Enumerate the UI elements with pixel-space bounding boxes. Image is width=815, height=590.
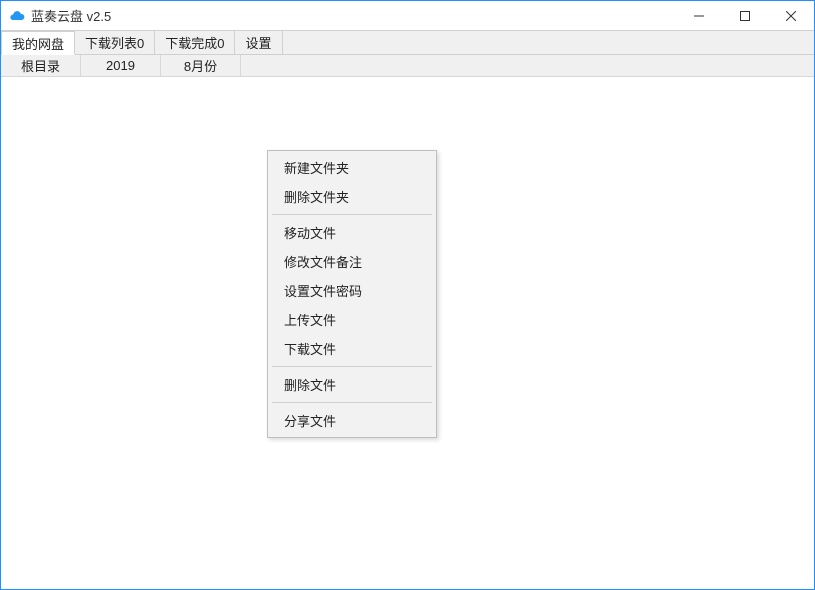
menu-set-password[interactable]: 设置文件密码 [270, 276, 434, 305]
tab-bar: 我的网盘 下载列表0 下载完成0 设置 [1, 31, 814, 55]
cloud-icon [9, 8, 25, 24]
menu-separator [272, 366, 432, 367]
tab-label: 下载列表0 [85, 33, 144, 52]
breadcrumb-label: 2019 [106, 58, 135, 73]
menu-share-file[interactable]: 分享文件 [270, 406, 434, 435]
window-title: 蓝奏云盘 v2.5 [31, 6, 676, 25]
breadcrumb: 根目录 2019 8月份 [1, 55, 814, 77]
menu-label: 修改文件备注 [284, 255, 362, 270]
menu-delete-file[interactable]: 删除文件 [270, 370, 434, 399]
menu-upload-file[interactable]: 上传文件 [270, 305, 434, 334]
tab-label: 下载完成0 [165, 33, 224, 52]
menu-label: 删除文件夹 [284, 190, 349, 205]
menu-label: 移动文件 [284, 226, 336, 241]
window-controls [676, 1, 814, 30]
menu-label: 设置文件密码 [284, 284, 362, 299]
maximize-button[interactable] [722, 1, 768, 30]
minimize-button[interactable] [676, 1, 722, 30]
menu-edit-note[interactable]: 修改文件备注 [270, 247, 434, 276]
breadcrumb-year[interactable]: 2019 [81, 55, 161, 76]
context-menu: 新建文件夹 删除文件夹 移动文件 修改文件备注 设置文件密码 上传文件 下载文件… [267, 150, 437, 438]
menu-separator [272, 214, 432, 215]
menu-label: 下载文件 [284, 342, 336, 357]
menu-download-file[interactable]: 下载文件 [270, 334, 434, 363]
menu-label: 新建文件夹 [284, 161, 349, 176]
menu-label: 分享文件 [284, 414, 336, 429]
close-button[interactable] [768, 1, 814, 30]
breadcrumb-month[interactable]: 8月份 [161, 55, 241, 76]
menu-label: 上传文件 [284, 313, 336, 328]
tab-settings[interactable]: 设置 [235, 31, 282, 54]
menu-move-file[interactable]: 移动文件 [270, 218, 434, 247]
menu-label: 删除文件 [284, 378, 336, 393]
breadcrumb-label: 8月份 [184, 56, 217, 75]
tab-download-list[interactable]: 下载列表0 [75, 31, 155, 54]
menu-delete-folder[interactable]: 删除文件夹 [270, 182, 434, 211]
breadcrumb-root[interactable]: 根目录 [1, 55, 81, 76]
breadcrumb-label: 根目录 [21, 56, 60, 75]
tab-download-done[interactable]: 下载完成0 [155, 31, 235, 54]
title-bar: 蓝奏云盘 v2.5 [1, 1, 814, 31]
tab-my-disk[interactable]: 我的网盘 [1, 31, 75, 55]
menu-separator [272, 402, 432, 403]
menu-new-folder[interactable]: 新建文件夹 [270, 153, 434, 182]
tab-label: 我的网盘 [12, 34, 64, 53]
tab-label: 设置 [245, 33, 271, 52]
content-area[interactable]: 新建文件夹 删除文件夹 移动文件 修改文件备注 设置文件密码 上传文件 下载文件… [1, 77, 814, 589]
app-window: 蓝奏云盘 v2.5 我的网盘 下载列表0 下载完成0 设置 根目录 2019 8… [0, 0, 815, 590]
